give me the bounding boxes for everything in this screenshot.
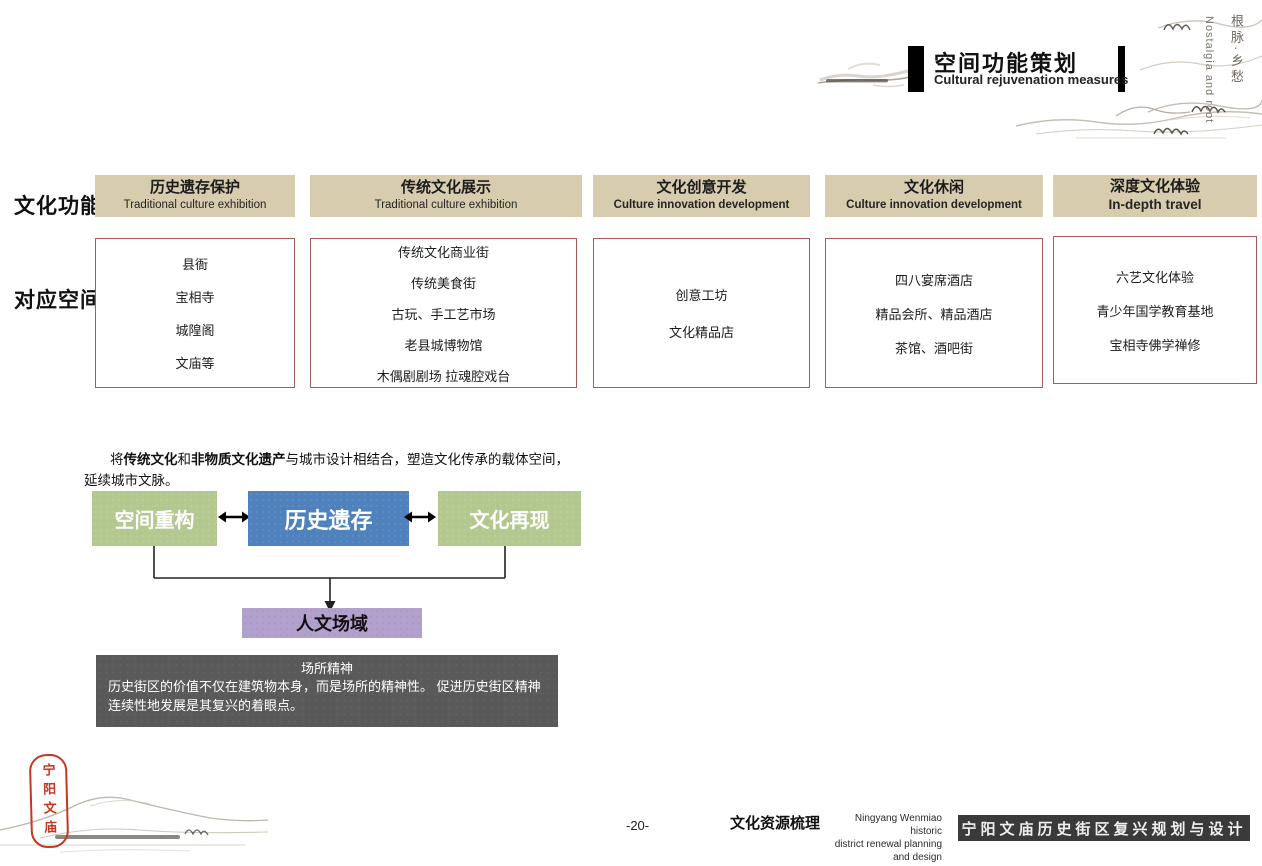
function-title: 深度文化体验 bbox=[1110, 178, 1200, 197]
slide-page: 空间功能策划 Cultural rejuvenation measures 根脉… bbox=[0, 0, 1262, 866]
place-spirit-box: 场所精神 历史街区的价值不仅在建筑物本身，而是场所的精神性。 促进历史街区精神连… bbox=[96, 655, 558, 727]
space-item: 创意工坊 bbox=[675, 285, 727, 304]
spirit-title: 场所精神 bbox=[108, 661, 546, 678]
statement-bold: 非物质文化遗产 bbox=[191, 452, 286, 467]
function-header-1: 历史遗存保护 Traditional culture exhibition bbox=[95, 175, 295, 217]
space-box-1: 县衙 宝相寺 城隍阁 文庙等 bbox=[95, 238, 295, 388]
space-item: 茶馆、酒吧街 bbox=[895, 338, 973, 357]
footer-section-block: 文化资源梳理 Ningyang Wenmiao historic distric… bbox=[730, 812, 942, 864]
statement-bold: 传统文化 bbox=[124, 452, 178, 467]
flow-box-historic-heritage: 历史遗存 bbox=[248, 491, 409, 546]
flow-result-box: 人文场域 bbox=[242, 608, 422, 638]
space-item: 老县城博物馆 bbox=[404, 335, 482, 354]
space-box-4: 四八宴席酒店 精品会所、精品酒店 茶馆、酒吧街 bbox=[825, 238, 1043, 388]
corner-motto-en: Nostalgia and root bbox=[1203, 16, 1215, 128]
corner-motto-cn: 根脉·乡愁 bbox=[1227, 14, 1246, 129]
space-item: 青少年国学教育基地 bbox=[1096, 301, 1213, 320]
double-arrow-icon bbox=[404, 507, 436, 527]
page-subtitle: Cultural rejuvenation measures bbox=[934, 72, 1128, 87]
function-title: 文化休闲 bbox=[904, 179, 964, 198]
space-item: 传统文化商业街 bbox=[398, 242, 489, 261]
concept-statement: 将传统文化和非物质文化遗产与城市设计相结合，塑造文化传承的载体空间，延续城市文脉… bbox=[84, 450, 576, 492]
space-item: 文化精品店 bbox=[669, 322, 734, 341]
ink-wash-mountains-right bbox=[1016, 82, 1262, 144]
space-item: 县衙 bbox=[182, 254, 208, 273]
double-arrow-icon bbox=[218, 507, 250, 527]
flow-label: 文化再现 bbox=[470, 504, 550, 533]
space-box-3: 创意工坊 文化精品店 bbox=[593, 238, 810, 388]
title-accent-bar bbox=[908, 46, 924, 92]
page-number: -20- bbox=[626, 818, 649, 833]
flow-box-space-restructure: 空间重构 bbox=[92, 491, 217, 546]
ink-wash-stroke-left bbox=[818, 52, 910, 100]
footer-en-line1: Ningyang Wenmiao historic bbox=[855, 813, 942, 837]
function-subtitle: Traditional culture exhibition bbox=[124, 198, 267, 212]
footer-section-title: 文化资源梳理 bbox=[730, 812, 820, 864]
flow-label: 空间重构 bbox=[115, 504, 195, 533]
footer-section-subtitle: Ningyang Wenmiao historic district renew… bbox=[826, 812, 942, 864]
space-item: 文庙等 bbox=[175, 353, 214, 372]
function-header-4: 文化休闲 Culture innovation development bbox=[825, 175, 1043, 217]
space-item: 精品会所、精品酒店 bbox=[875, 304, 992, 323]
space-item: 四八宴席酒店 bbox=[895, 270, 973, 289]
function-title: 传统文化展示 bbox=[401, 179, 491, 198]
function-subtitle: Traditional culture exhibition bbox=[375, 198, 518, 212]
function-subtitle: In-depth travel bbox=[1108, 197, 1201, 214]
seal-text: 宁阳文庙 bbox=[39, 763, 60, 839]
function-title: 历史遗存保护 bbox=[150, 179, 240, 198]
space-item: 宝相寺 bbox=[175, 287, 214, 306]
spirit-body: 历史街区的价值不仅在建筑物本身，而是场所的精神性。 促进历史街区精神连续性地发展… bbox=[108, 678, 546, 716]
function-subtitle: Culture innovation development bbox=[614, 198, 790, 212]
row-label-space: 对应空间 bbox=[14, 284, 102, 314]
space-item: 木偶剧剧场 拉魂腔戏台 bbox=[377, 366, 511, 385]
project-title: 宁阳文庙历史街区复兴规划与设计 bbox=[961, 818, 1246, 839]
statement-text: 将 bbox=[110, 452, 124, 467]
space-item: 六艺文化体验 bbox=[1116, 267, 1194, 286]
red-seal-stamp: 宁阳文庙 bbox=[29, 754, 69, 849]
footer-en-line2: district renewal planning and design bbox=[835, 839, 942, 863]
function-subtitle: Culture innovation development bbox=[846, 198, 1022, 212]
space-item: 古玩、手工艺市场 bbox=[391, 304, 495, 323]
project-title-box: 宁阳文庙历史街区复兴规划与设计 bbox=[958, 815, 1250, 841]
statement-text: 和 bbox=[178, 452, 192, 467]
flow-result-label: 人文场域 bbox=[296, 610, 368, 636]
space-item: 城隍阁 bbox=[175, 320, 214, 339]
space-box-5: 六艺文化体验 青少年国学教育基地 宝相寺佛学禅修 bbox=[1053, 236, 1257, 384]
flow-label: 历史遗存 bbox=[284, 503, 372, 535]
space-box-2: 传统文化商业街 传统美食街 古玩、手工艺市场 老县城博物馆 木偶剧剧场 拉魂腔戏… bbox=[310, 238, 577, 388]
space-item: 宝相寺佛学禅修 bbox=[1109, 335, 1200, 354]
flow-connector-lines bbox=[0, 546, 620, 614]
space-item: 传统美食街 bbox=[411, 273, 476, 292]
function-header-2: 传统文化展示 Traditional culture exhibition bbox=[310, 175, 582, 217]
function-header-3: 文化创意开发 Culture innovation development bbox=[593, 175, 810, 217]
row-label-function: 文化功能 bbox=[14, 190, 102, 220]
function-title: 文化创意开发 bbox=[656, 179, 746, 198]
flow-box-culture-reappearance: 文化再现 bbox=[438, 491, 581, 546]
function-header-5: 深度文化体验 In-depth travel bbox=[1053, 175, 1257, 217]
